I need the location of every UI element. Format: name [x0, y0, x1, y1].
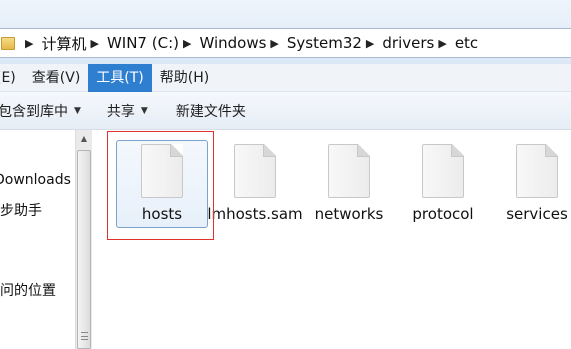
breadcrumb-drive-c[interactable]: WIN7 (C:)	[107, 34, 179, 52]
new-folder-label: 新建文件夹	[175, 103, 246, 120]
nav-item-sync-assistant[interactable]: 步助手	[0, 200, 42, 220]
navigation-pane: Downloads 步助手 问的位置	[0, 130, 75, 349]
breadcrumb-separator-icon[interactable]: ▶	[183, 37, 191, 50]
breadcrumb-separator-icon[interactable]: ▶	[90, 37, 98, 50]
command-toolbar: 包含到库中 ▼ 共享 ▼ 新建文件夹	[0, 92, 571, 130]
menu-bar: (E) 查看(V) 工具(T) 帮助(H)	[0, 63, 571, 92]
breadcrumb-drivers[interactable]: drivers	[382, 34, 434, 52]
breadcrumb-system32[interactable]: System32	[287, 34, 362, 52]
chevron-down-icon: ▼	[74, 105, 81, 116]
chevron-down-icon: ▼	[140, 105, 148, 116]
scrollbar-thumb[interactable]	[77, 150, 91, 349]
menu-view[interactable]: 查看(V)	[24, 64, 89, 92]
file-item-services[interactable]: services	[489, 138, 571, 233]
file-item-protocol[interactable]: protocol	[395, 138, 491, 233]
document-icon	[516, 144, 558, 198]
share-button[interactable]: 共享 ▼	[97, 101, 158, 121]
document-icon	[422, 144, 464, 198]
scroll-up-icon[interactable]: ▲	[76, 130, 92, 147]
document-icon	[328, 144, 370, 198]
highlight-box	[107, 131, 214, 240]
file-name: protocol	[412, 205, 474, 223]
folder-icon	[1, 36, 15, 50]
nav-item-recent-places[interactable]: 问的位置	[0, 280, 56, 300]
breadcrumb-windows[interactable]: Windows	[199, 34, 266, 52]
file-item-lmhosts[interactable]: lmhosts.sam	[207, 138, 303, 233]
address-bar-area: ▶ 计算机 ▶ WIN7 (C:) ▶ Windows ▶ System32 ▶…	[0, 0, 571, 64]
share-label: 共享	[106, 103, 135, 120]
file-name: networks	[314, 205, 384, 223]
breadcrumb-computer[interactable]: 计算机	[41, 33, 86, 54]
menu-tools[interactable]: 工具(T)	[88, 63, 152, 92]
menu-help[interactable]: 帮助(H)	[152, 64, 217, 92]
breadcrumb-etc[interactable]: etc	[455, 34, 478, 52]
grip-icon	[81, 332, 88, 340]
breadcrumb-separator-icon[interactable]: ▶	[25, 37, 33, 50]
file-item-networks[interactable]: networks	[301, 138, 397, 233]
include-in-library-button[interactable]: 包含到库中 ▼	[0, 101, 91, 121]
document-icon	[234, 144, 276, 198]
address-bar[interactable]: ▶ 计算机 ▶ WIN7 (C:) ▶ Windows ▶ System32 ▶…	[0, 28, 571, 58]
breadcrumb-separator-icon[interactable]: ▶	[438, 37, 446, 50]
new-folder-button[interactable]: 新建文件夹	[166, 101, 256, 121]
menu-edit[interactable]: (E)	[0, 64, 24, 92]
breadcrumb-separator-icon[interactable]: ▶	[270, 37, 278, 50]
include-in-library-label: 包含到库中	[0, 103, 68, 120]
breadcrumb-separator-icon[interactable]: ▶	[366, 37, 374, 50]
nav-pane-scrollbar[interactable]: ▲	[75, 130, 92, 349]
file-name: services	[506, 205, 568, 223]
file-name: lmhosts.sam	[207, 205, 303, 223]
nav-item-downloads[interactable]: Downloads	[0, 172, 71, 188]
